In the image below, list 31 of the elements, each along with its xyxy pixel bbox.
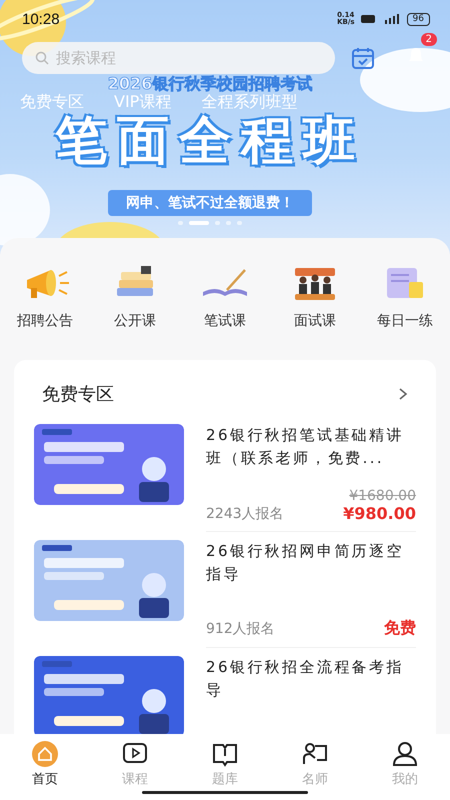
category-button[interactable]: 面试课 — [287, 262, 343, 360]
banner-ribbon: 网申、笔试不过全额退费！ — [108, 190, 312, 216]
search-field[interactable]: 搜索课程 — [22, 42, 335, 74]
course-price: ¥980.00 — [343, 504, 416, 523]
banner-tab-label: 免费专区 — [20, 92, 84, 112]
category-button[interactable]: 每日一练 — [377, 262, 433, 360]
original-price: ¥1680.00 — [349, 488, 416, 504]
clock: 10:28 — [22, 10, 60, 28]
signal-icon — [360, 13, 401, 25]
notification-badge: 2 — [420, 33, 437, 46]
enrollment-count: 912人报名 — [206, 620, 275, 638]
category-button[interactable]: 招聘公告 — [17, 262, 73, 360]
enrollment-count: 2243人报名 — [206, 504, 284, 522]
banner-subtitle: 2026银行秋季校园招聘考试 — [108, 76, 312, 92]
home-icon — [31, 740, 59, 768]
search-icon — [35, 51, 49, 65]
section-title: 免费专区 — [42, 383, 114, 406]
banner-headline: 笔面全程班 — [55, 112, 365, 170]
nav-tab[interactable]: 首页 — [15, 740, 75, 800]
category-button[interactable]: 笔试课 — [197, 262, 253, 360]
course-price: 免费 — [384, 618, 416, 639]
calendar-icon[interactable] — [351, 46, 375, 70]
category-button[interactable]: 公开课 — [107, 262, 163, 360]
course-title[interactable]: 26银行秋招全流程备考指导 — [206, 656, 416, 734]
course-title[interactable]: 26银行秋招笔试基础精讲班（联系老师，免费... — [206, 424, 416, 488]
user-icon — [391, 740, 419, 768]
course-title[interactable]: 26银行秋招网申简历逐空指导 — [206, 540, 416, 618]
banner-tab-label: VIP课程 — [114, 92, 172, 112]
battery-icon: 96 — [406, 12, 430, 26]
chevron-right-icon[interactable] — [398, 387, 408, 401]
banner-tab-label: 全程系列班型 — [201, 92, 298, 112]
